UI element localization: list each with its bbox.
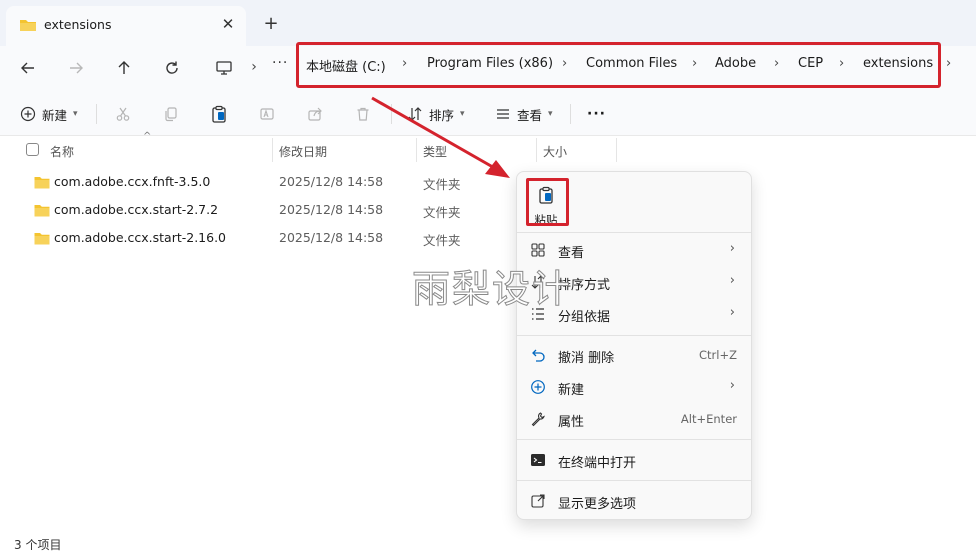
delete-button[interactable] [353,102,373,126]
folder-icon [34,202,50,221]
this-pc-icon[interactable] [212,54,236,82]
file-row[interactable]: com.adobe.ccx.fnft-3.5.0 2025/12/8 14:58… [0,168,520,196]
menu-divider [517,439,751,440]
select-all-checkbox[interactable] [26,143,39,156]
file-name: com.adobe.ccx.start-2.7.2 [54,202,219,217]
paste-button[interactable] [209,102,229,126]
menu-item-new[interactable]: 新建 › [517,372,751,402]
new-button-label: 新建 [42,107,68,123]
menu-item-show-more-options[interactable]: 显示更多选项 [517,486,751,516]
tab-title: extensions [44,17,112,32]
folder-icon [34,230,50,249]
file-date: 2025/12/8 14:58 [279,174,384,189]
clipboard-icon [209,104,229,124]
copy-button[interactable] [161,102,181,126]
rename-icon [257,104,277,124]
address-highlight-box [296,42,941,88]
column-divider[interactable] [616,138,617,162]
view-button[interactable]: 查看 ▾ [493,102,553,126]
trash-icon [353,104,373,124]
undo-icon [529,346,547,364]
folder-icon [19,17,37,37]
share-icon [305,104,325,124]
menu-item-shortcut: Alt+Enter [680,412,737,426]
chevron-down-icon: ▾ [73,109,78,119]
watermark-text: 雨梨设计 [411,267,573,312]
menu-item-properties[interactable]: 属性 Alt+Enter [517,404,751,434]
cut-button[interactable] [113,102,133,126]
menu-divider [517,335,751,336]
file-type: 文件夹 [423,233,461,248]
menu-item-undo-delete[interactable]: 撤消 删除 Ctrl+Z [517,340,751,370]
menu-item-label: 撤消 删除 [558,351,615,366]
more-locations-button[interactable]: ··· [272,55,288,71]
chevron-down-icon: ▾ [548,109,553,119]
command-toolbar: 新建 ▾ 排序 ▾ 查看 ▾ ··· [0,90,976,136]
chevron-right-icon: › [946,56,952,71]
plus-circle-icon [18,104,38,124]
list-view-icon [493,104,513,124]
chevron-right-icon: › [251,59,257,75]
back-arrow-icon[interactable] [14,54,42,82]
close-icon[interactable]: ✕ [218,14,238,34]
wrench-icon [529,410,547,428]
column-header-type[interactable]: 类型 [423,143,447,160]
chevron-right-icon: › [729,241,735,256]
menu-item-label: 显示更多选项 [558,497,637,512]
rename-button[interactable] [257,102,277,126]
sort-icon [405,104,425,124]
share-button[interactable] [305,102,325,126]
menu-item-label: 新建 [558,383,585,398]
plus-circle-icon [529,378,547,396]
scissors-icon [113,104,133,124]
forward-arrow-icon[interactable] [62,54,90,82]
file-date: 2025/12/8 14:58 [279,202,384,217]
status-item-count: 3 个项目 [14,538,62,552]
chevron-right-icon: › [729,305,735,320]
more-options-button[interactable]: ··· [587,102,606,126]
grid-icon [529,241,547,259]
menu-item-open-in-terminal[interactable]: 在终端中打开 [517,445,751,475]
file-row[interactable]: com.adobe.ccx.start-2.7.2 2025/12/8 14:5… [0,196,520,224]
chevron-right-icon: › [729,378,735,393]
file-type: 文件夹 [423,205,461,220]
open-external-icon [529,492,547,510]
title-bar: extensions ✕ + [0,0,976,46]
refresh-icon[interactable] [158,54,186,82]
column-header-size[interactable]: 大小 [543,143,567,160]
file-name: com.adobe.ccx.fnft-3.5.0 [54,174,211,189]
menu-divider [517,480,751,481]
column-header-name[interactable]: 名称 [50,143,74,160]
toolbar-divider [391,104,392,124]
new-button[interactable]: 新建 ▾ [18,102,78,126]
toolbar-divider [570,104,571,124]
file-name: com.adobe.ccx.start-2.16.0 [54,230,227,245]
file-row[interactable]: com.adobe.ccx.start-2.16.0 2025/12/8 14:… [0,224,520,252]
menu-item-label: 属性 [558,415,585,430]
menu-item-shortcut: Ctrl+Z [699,348,737,362]
sort-ascending-icon: ^ [143,131,152,142]
column-divider[interactable] [416,138,417,162]
copy-icon [161,104,181,124]
sort-button[interactable]: 排序 ▾ [405,102,465,126]
file-type: 文件夹 [423,177,461,192]
chevron-down-icon: ▾ [460,109,465,119]
view-button-label: 查看 [517,107,543,123]
context-menu: 粘贴 查看 › 排序方式 › 分组依据 › 撤消 删除 Ctrl+Z 新建 › … [516,171,752,520]
terminal-icon [529,451,547,469]
new-tab-button[interactable]: + [260,12,282,34]
up-arrow-icon[interactable] [110,54,138,82]
column-header-date[interactable]: 修改日期 [279,143,327,160]
tab-extensions[interactable]: extensions ✕ [6,6,246,46]
menu-item-label: 在终端中打开 [558,456,637,471]
folder-icon [34,174,50,193]
toolbar-divider [96,104,97,124]
paste-highlight-box [526,178,569,226]
sort-button-label: 排序 [429,107,455,123]
file-date: 2025/12/8 14:58 [279,230,384,245]
column-divider[interactable] [272,138,273,162]
menu-divider [517,232,751,233]
chevron-right-icon: › [729,273,735,288]
column-divider[interactable] [536,138,537,162]
